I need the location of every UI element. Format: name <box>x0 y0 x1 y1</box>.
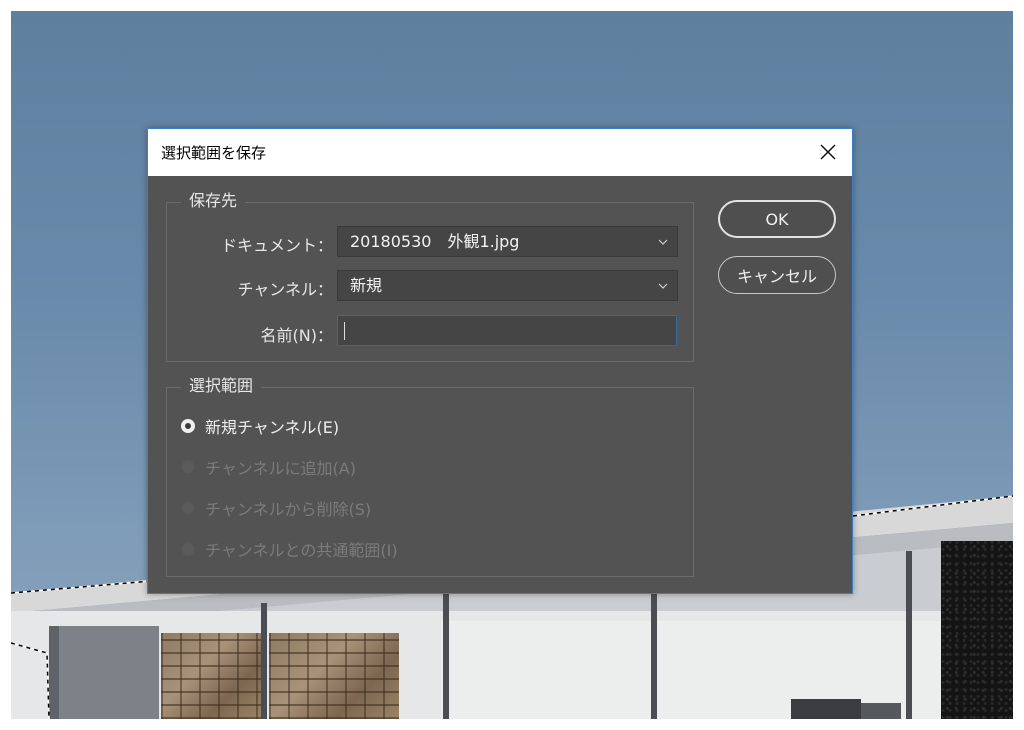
destination-group-label: 保存先 <box>181 191 246 211</box>
radio-label: チャンネルから削除(S) <box>205 500 372 519</box>
radio-add-to-channel[interactable]: チャンネルに追加(A) <box>181 455 356 479</box>
radio-selected-icon <box>181 419 195 433</box>
cancel-button[interactable]: キャンセル <box>718 256 836 294</box>
operation-group: 選択範囲 新規チャンネル(E) チャンネルに追加(A) チャンネルから削除(S)… <box>166 376 694 577</box>
close-button[interactable] <box>814 139 842 165</box>
radio-label: チャンネルに追加(A) <box>205 459 356 478</box>
channel-label: チャンネル： <box>237 280 333 299</box>
document-select-value: 20180530 外観1.jpg <box>350 232 520 251</box>
document-label: ドキュメント： <box>220 236 333 255</box>
radio-unselected-icon <box>181 542 195 556</box>
radio-subtract-from-channel[interactable]: チャンネルから削除(S) <box>181 496 371 520</box>
operation-group-label: 選択範囲 <box>181 376 262 396</box>
chevron-down-icon <box>658 283 668 289</box>
radio-intersect-with-channel[interactable]: チャンネルとの共通範囲(I) <box>181 537 398 561</box>
destination-group: 保存先 ドキュメント： 20180530 外観1.jpg チャンネル： 新規 名… <box>166 191 694 362</box>
name-label: 名前(N)： <box>260 326 333 345</box>
channel-select-value: 新規 <box>350 276 383 295</box>
radio-label: 新規チャンネル(E) <box>205 418 340 437</box>
document-select[interactable]: 20180530 外観1.jpg <box>337 226 678 257</box>
text-caret <box>344 322 345 340</box>
radio-unselected-icon <box>181 501 195 515</box>
radio-new-channel[interactable]: 新規チャンネル(E) <box>181 414 339 438</box>
ok-button[interactable]: OK <box>718 200 836 238</box>
radio-unselected-icon <box>181 460 195 474</box>
close-icon <box>820 144 836 160</box>
save-selection-dialog: 選択範囲を保存 保存先 ドキュメント： 20180530 外観1.jpg チャン… <box>147 128 853 594</box>
chevron-down-icon <box>658 239 668 245</box>
dialog-title: 選択範囲を保存 <box>161 144 267 162</box>
dialog-titlebar: 選択範囲を保存 <box>148 129 852 176</box>
radio-label: チャンネルとの共通範囲(I) <box>205 541 398 560</box>
channel-select[interactable]: 新規 <box>337 270 678 301</box>
name-input[interactable] <box>337 315 677 346</box>
